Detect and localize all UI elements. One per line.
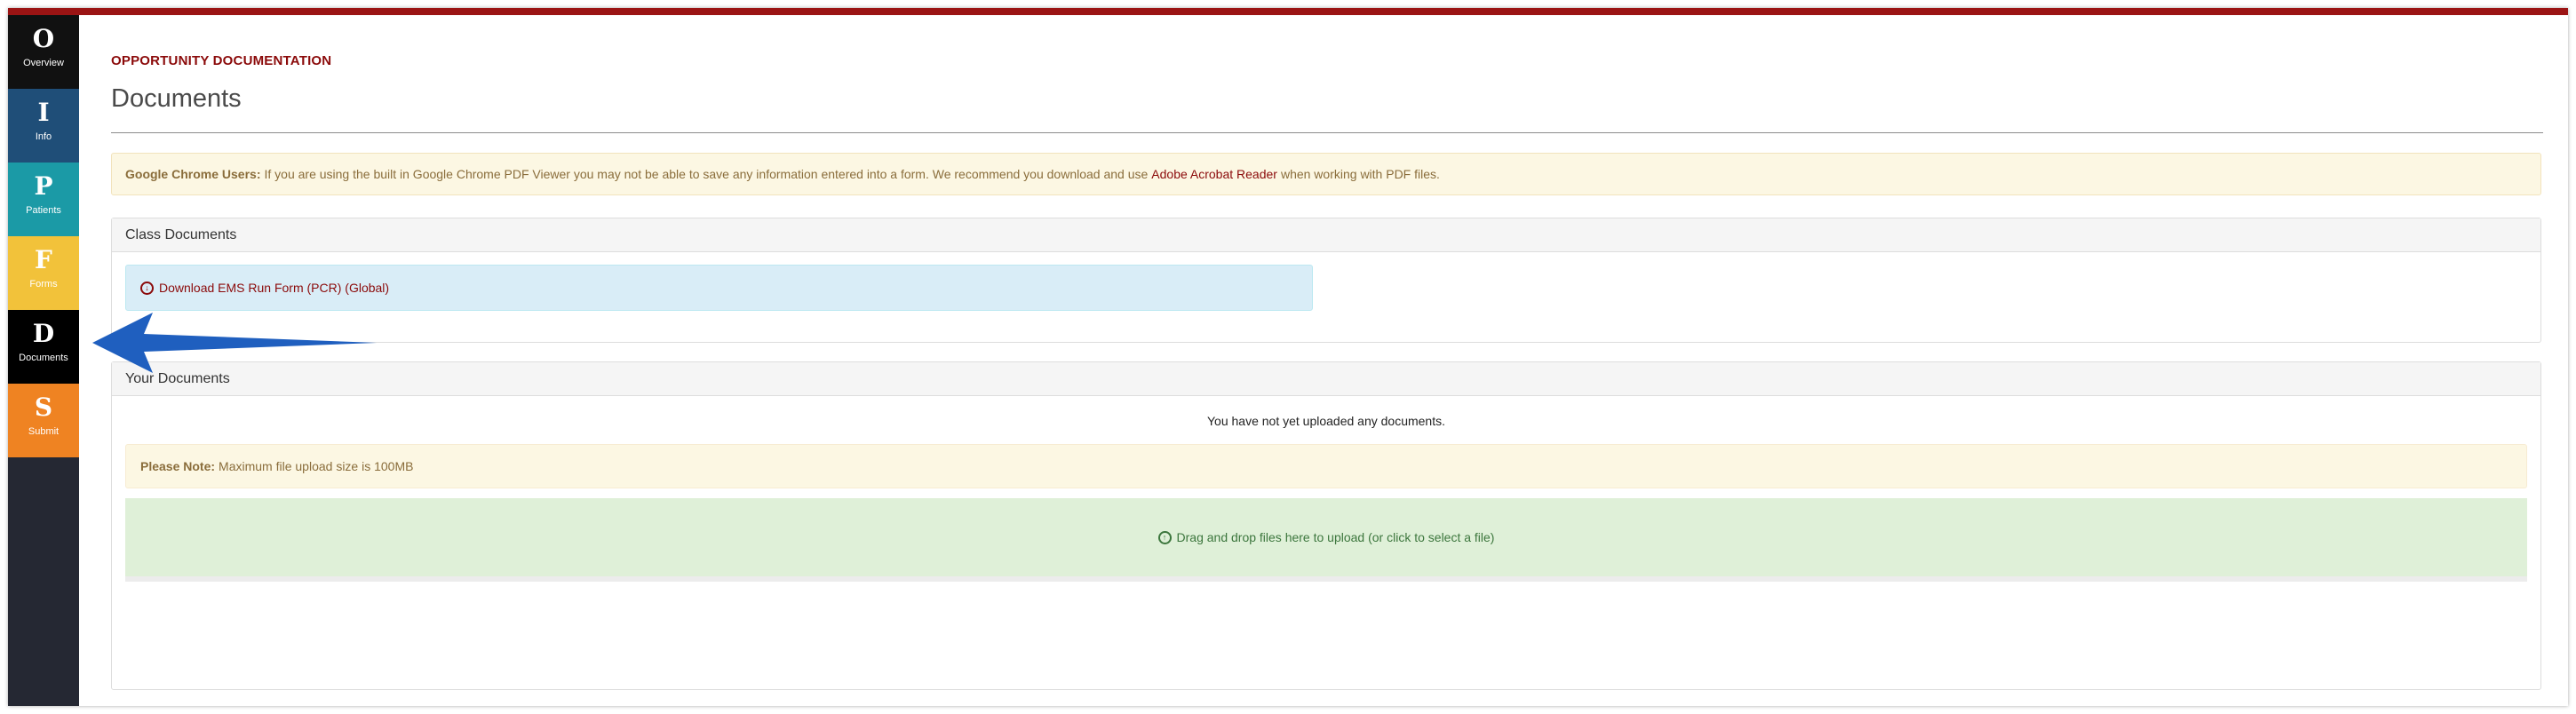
sidebar-item-letter: I (37, 98, 50, 127)
sidebar-item-letter: F (35, 245, 52, 274)
panel-heading: Your Documents (112, 362, 2540, 396)
top-accent-bar (8, 8, 2568, 15)
note-bold-label: Please Note: (140, 459, 216, 473)
download-ems-run-form-link[interactable]: ↓ Download EMS Run Form (PCR) (Global) (125, 265, 1313, 311)
alert-text: If you are using the built in Google Chr… (264, 167, 1149, 181)
alert-bold-label: Google Chrome Users: (125, 167, 261, 181)
title-divider (111, 132, 2543, 133)
sidebar-item-label: Submit (28, 426, 60, 437)
note-text: Maximum file upload size is 100MB (219, 459, 414, 473)
class-documents-panel: Class Documents ↓ Download EMS Run Form … (111, 218, 2541, 343)
page-eyebrow: OPPORTUNITY DOCUMENTATION (111, 53, 332, 68)
adobe-reader-link[interactable]: Adobe Acrobat Reader (1151, 167, 1277, 181)
chrome-users-alert: Google Chrome Users: If you are using th… (111, 153, 2541, 195)
download-circle-icon: ↓ (140, 281, 154, 295)
panel-heading: Class Documents (112, 218, 2540, 252)
sidebar-item-overview[interactable]: O Overview (8, 15, 79, 89)
sidebar-item-documents[interactable]: D Documents (8, 310, 79, 384)
sidebar-item-label: Documents (19, 353, 68, 363)
upload-circle-icon: ↑ (1157, 530, 1172, 544)
sidebar-item-patients[interactable]: P Patients (8, 163, 79, 236)
sidebar-item-label: Overview (23, 58, 64, 68)
empty-documents-message: You have not yet uploaded any documents. (1206, 414, 1446, 428)
sidebar: O Overview I Info P Patients F Forms D D… (8, 15, 79, 706)
alert-text-after: when working with PDF files. (1280, 167, 1440, 181)
sidebar-item-letter: O (32, 24, 55, 53)
download-label: Download EMS Run Form (PCR) (Global) (159, 281, 390, 295)
annotation-arrow-icon (92, 313, 377, 373)
sidebar-item-label: Patients (26, 205, 61, 216)
sidebar-item-label: Forms (29, 279, 58, 290)
sidebar-item-letter: P (34, 171, 53, 201)
app-window: O Overview I Info P Patients F Forms D D… (8, 8, 2568, 706)
sidebar-item-letter: D (32, 319, 55, 348)
dropzone-label: Drag and drop files here to upload (or c… (1176, 530, 1495, 544)
sidebar-item-info[interactable]: I Info (8, 89, 79, 163)
sidebar-item-letter: S (34, 393, 53, 422)
file-dropzone[interactable]: ↑ Drag and drop files here to upload (or… (125, 498, 2527, 582)
your-documents-panel: Your Documents You have not yet uploaded… (111, 361, 2541, 690)
sidebar-item-submit[interactable]: S Submit (8, 384, 79, 457)
page-title: Documents (111, 84, 242, 113)
sidebar-item-forms[interactable]: F Forms (8, 236, 79, 310)
upload-size-note: Please Note: Maximum file upload size is… (125, 444, 2527, 488)
sidebar-item-label: Info (35, 131, 52, 142)
